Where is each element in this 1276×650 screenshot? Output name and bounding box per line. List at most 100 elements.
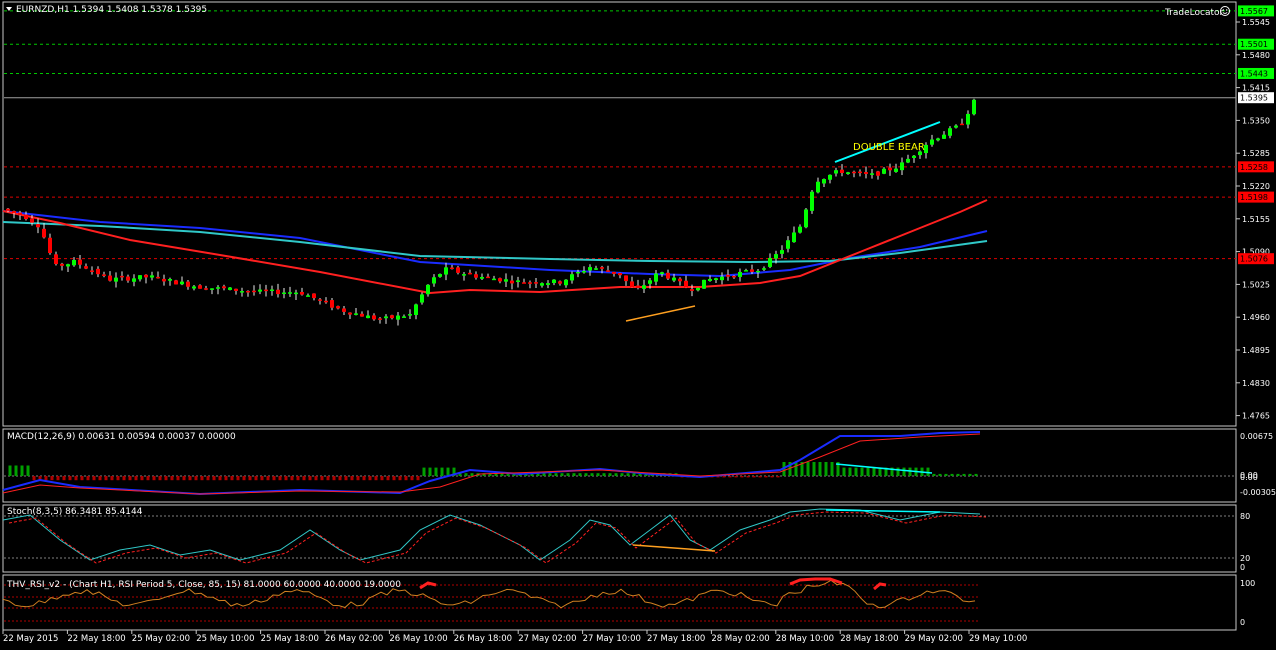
candle-body[interactable] bbox=[354, 313, 358, 315]
candle-body[interactable] bbox=[288, 292, 292, 294]
candle-body[interactable] bbox=[228, 287, 232, 290]
candle-body[interactable] bbox=[234, 288, 238, 291]
candle-body[interactable] bbox=[660, 272, 664, 275]
candle-body[interactable] bbox=[534, 282, 538, 284]
candle-body[interactable] bbox=[642, 285, 646, 289]
candle-body[interactable] bbox=[666, 272, 670, 279]
candle-body[interactable] bbox=[624, 275, 628, 282]
candle-body[interactable] bbox=[30, 218, 34, 223]
candle-body[interactable] bbox=[786, 240, 790, 249]
candle-body[interactable] bbox=[870, 173, 874, 175]
candle-body[interactable] bbox=[792, 232, 796, 243]
candle-body[interactable] bbox=[810, 191, 814, 211]
candle-body[interactable] bbox=[216, 287, 220, 289]
candle-body[interactable] bbox=[750, 269, 754, 272]
candle-body[interactable] bbox=[156, 276, 160, 279]
candle-body[interactable] bbox=[846, 172, 850, 174]
candle-body[interactable] bbox=[564, 279, 568, 286]
candle-body[interactable] bbox=[780, 250, 784, 254]
candle-body[interactable] bbox=[720, 276, 724, 281]
candle-body[interactable] bbox=[174, 280, 178, 285]
candle-body[interactable] bbox=[504, 279, 508, 282]
candle-body[interactable] bbox=[936, 138, 940, 141]
candle-body[interactable] bbox=[168, 279, 172, 281]
candle-body[interactable] bbox=[558, 281, 562, 284]
candle-body[interactable] bbox=[84, 266, 88, 269]
candle-body[interactable] bbox=[204, 288, 208, 290]
candle-body[interactable] bbox=[858, 171, 862, 174]
candle-body[interactable] bbox=[282, 292, 286, 295]
candle-body[interactable] bbox=[246, 290, 250, 293]
candle-body[interactable] bbox=[882, 168, 886, 174]
candle-body[interactable] bbox=[618, 272, 622, 276]
candle-body[interactable] bbox=[804, 209, 808, 228]
candle-body[interactable] bbox=[738, 271, 742, 277]
candle-body[interactable] bbox=[480, 276, 484, 279]
candle-body[interactable] bbox=[960, 123, 964, 126]
candle-body[interactable] bbox=[54, 254, 58, 265]
candle-body[interactable] bbox=[378, 318, 382, 320]
candle-body[interactable] bbox=[852, 171, 856, 174]
candle-body[interactable] bbox=[66, 264, 70, 267]
candle-body[interactable] bbox=[708, 279, 712, 281]
candle-body[interactable] bbox=[732, 275, 736, 278]
candle-body[interactable] bbox=[390, 315, 394, 319]
candle-body[interactable] bbox=[366, 315, 370, 319]
candle-body[interactable] bbox=[432, 277, 436, 284]
candle-body[interactable] bbox=[36, 224, 40, 228]
candle-body[interactable] bbox=[330, 300, 334, 308]
candle-body[interactable] bbox=[408, 314, 412, 316]
candle-body[interactable] bbox=[144, 274, 148, 278]
candle-body[interactable] bbox=[672, 277, 676, 281]
candle-body[interactable] bbox=[930, 139, 934, 145]
candle-body[interactable] bbox=[312, 293, 316, 299]
candle-body[interactable] bbox=[294, 292, 298, 295]
candle-body[interactable] bbox=[450, 267, 454, 270]
candle-body[interactable] bbox=[462, 274, 466, 276]
candle-body[interactable] bbox=[6, 208, 10, 211]
candle-body[interactable] bbox=[12, 211, 16, 213]
candle-body[interactable] bbox=[816, 181, 820, 193]
candle-body[interactable] bbox=[492, 278, 496, 281]
candle-body[interactable] bbox=[756, 270, 760, 273]
candle-body[interactable] bbox=[762, 268, 766, 270]
candle-body[interactable] bbox=[474, 274, 478, 278]
candle-body[interactable] bbox=[942, 134, 946, 139]
candle-body[interactable] bbox=[516, 280, 520, 282]
candle-body[interactable] bbox=[678, 278, 682, 282]
candle-body[interactable] bbox=[822, 179, 826, 184]
candle-body[interactable] bbox=[342, 308, 346, 312]
candle-body[interactable] bbox=[426, 284, 430, 295]
candle-body[interactable] bbox=[264, 289, 268, 292]
candle-body[interactable] bbox=[420, 294, 424, 303]
candle-body[interactable] bbox=[702, 279, 706, 289]
candle-body[interactable] bbox=[276, 289, 280, 295]
candle-body[interactable] bbox=[570, 274, 574, 281]
candle-body[interactable] bbox=[612, 271, 616, 274]
candle-body[interactable] bbox=[306, 295, 310, 297]
candle-body[interactable] bbox=[270, 289, 274, 291]
candle-body[interactable] bbox=[576, 271, 580, 274]
chart-canvas[interactable]: 1.5545 1.5480 1.5415 1.5350 1.5285 1.5220 1.51… bbox=[0, 0, 1276, 646]
candle-body[interactable] bbox=[324, 300, 328, 303]
candle-body[interactable] bbox=[126, 276, 130, 281]
candle-body[interactable] bbox=[696, 287, 700, 291]
candle-body[interactable] bbox=[456, 267, 460, 273]
candle-body[interactable] bbox=[162, 278, 166, 282]
candle-body[interactable] bbox=[132, 278, 136, 282]
candle-body[interactable] bbox=[876, 171, 880, 176]
candle-body[interactable] bbox=[396, 315, 400, 320]
candle-body[interactable] bbox=[540, 283, 544, 286]
candle-body[interactable] bbox=[948, 128, 952, 136]
candle-body[interactable] bbox=[714, 278, 718, 281]
candle-body[interactable] bbox=[510, 280, 514, 284]
candle-body[interactable] bbox=[798, 226, 802, 233]
candle-body[interactable] bbox=[186, 281, 190, 287]
candle-body[interactable] bbox=[648, 280, 652, 284]
candle-body[interactable] bbox=[726, 274, 730, 277]
trading-chart-window[interactable]: 1.5545 1.5480 1.5415 1.5350 1.5285 1.5220 1.51… bbox=[0, 0, 1276, 646]
candle-body[interactable] bbox=[48, 237, 52, 254]
candle-body[interactable] bbox=[552, 279, 556, 283]
candle-body[interactable] bbox=[630, 281, 634, 288]
candle-body[interactable] bbox=[444, 267, 448, 275]
